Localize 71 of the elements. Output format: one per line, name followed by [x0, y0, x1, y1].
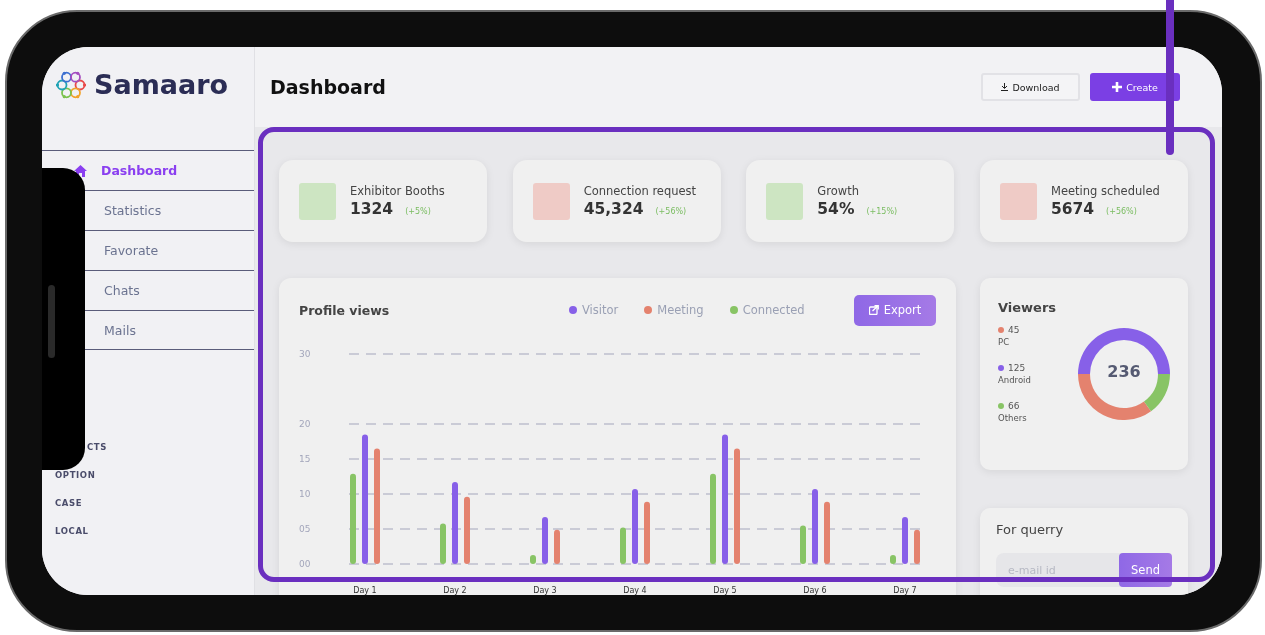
stat-change: (+56%) — [655, 207, 687, 216]
logo-icon — [56, 69, 86, 101]
bar — [914, 529, 920, 564]
axis-label: 10 — [299, 489, 311, 499]
legend-dot — [569, 306, 577, 314]
page-title: Dashboard — [270, 76, 386, 98]
viewer-count: 66 — [1008, 401, 1020, 411]
chart-title: Profile views — [299, 302, 391, 318]
viewer-label: Android — [998, 375, 1031, 385]
bar — [542, 517, 548, 564]
download-button[interactable]: Download — [981, 73, 1080, 101]
bar — [824, 501, 830, 564]
section-label[interactable]: OPTION — [55, 470, 96, 484]
axis-label: 15 — [299, 454, 311, 464]
axis-label: Day 2 — [443, 586, 467, 595]
legend-label: Meeting — [657, 303, 704, 317]
viewer-label: Others — [998, 413, 1028, 423]
nav-item[interactable]: Mails — [104, 322, 136, 338]
stat-label: Connection request — [583, 184, 697, 198]
stat-value: 45,324 — [583, 200, 644, 218]
card-title: For querry — [996, 522, 1065, 537]
viewer-label: PC — [998, 337, 1011, 347]
axis-label: 00 — [299, 559, 311, 569]
total-value: 236 — [1106, 362, 1142, 381]
axis-label: 20 — [299, 419, 311, 429]
bar — [644, 501, 650, 564]
stat-value: 5674 — [1050, 200, 1095, 218]
stat-value: 1324 — [350, 200, 394, 218]
axis-label: 30 — [299, 349, 311, 359]
legend-label: Visitor — [582, 303, 619, 317]
axis-label: Day 3 — [533, 586, 557, 595]
plus-icon — [1112, 82, 1123, 92]
bar — [902, 517, 908, 564]
axis-label: 05 — [299, 524, 311, 534]
axis-label: Day 6 — [803, 586, 827, 595]
axis-label: Day 4 — [623, 586, 647, 595]
bar — [464, 496, 470, 564]
legend-dot — [644, 306, 653, 314]
stat-change: (+56%) — [1106, 207, 1137, 216]
stat-change: (+5%) — [405, 207, 431, 216]
nav-item[interactable]: Statistics — [104, 203, 162, 218]
brand-name: Samaaro — [94, 68, 229, 102]
bar — [530, 554, 536, 564]
bar — [440, 523, 446, 564]
stat-value: 54% — [817, 200, 855, 218]
create-button[interactable]: Create — [1090, 73, 1180, 101]
card-title: Viewers — [998, 300, 1058, 315]
nav-item[interactable]: Dashboard — [101, 163, 178, 178]
viewer-count: 125 — [1008, 363, 1026, 373]
section-label[interactable]: CTS — [87, 442, 107, 456]
viewer-count: 45 — [1008, 325, 1020, 335]
nav-item[interactable]: Chats — [104, 283, 140, 298]
stat-change: (+15%) — [866, 207, 898, 216]
axis-label: Day 7 — [893, 586, 917, 595]
section-label[interactable]: CASE — [55, 498, 83, 512]
legend-dot — [729, 306, 738, 314]
bar — [800, 525, 806, 564]
export-icon — [868, 305, 879, 315]
bar — [554, 529, 560, 564]
stat-label: Growth — [817, 184, 860, 198]
export-button[interactable]: Export — [854, 294, 936, 326]
section-label[interactable]: LOCAL — [55, 526, 89, 540]
stat-label: Meeting scheduled — [1050, 184, 1160, 198]
axis-label: Day 1 — [353, 586, 377, 595]
axis-label: Day 5 — [713, 586, 737, 595]
download-icon — [1001, 83, 1009, 91]
nav-item[interactable]: Favorate — [104, 243, 159, 258]
bar — [890, 554, 896, 564]
bar — [620, 527, 626, 564]
legend-label: Connected — [742, 303, 805, 317]
stat-label: Exhibitor Booths — [350, 184, 445, 198]
